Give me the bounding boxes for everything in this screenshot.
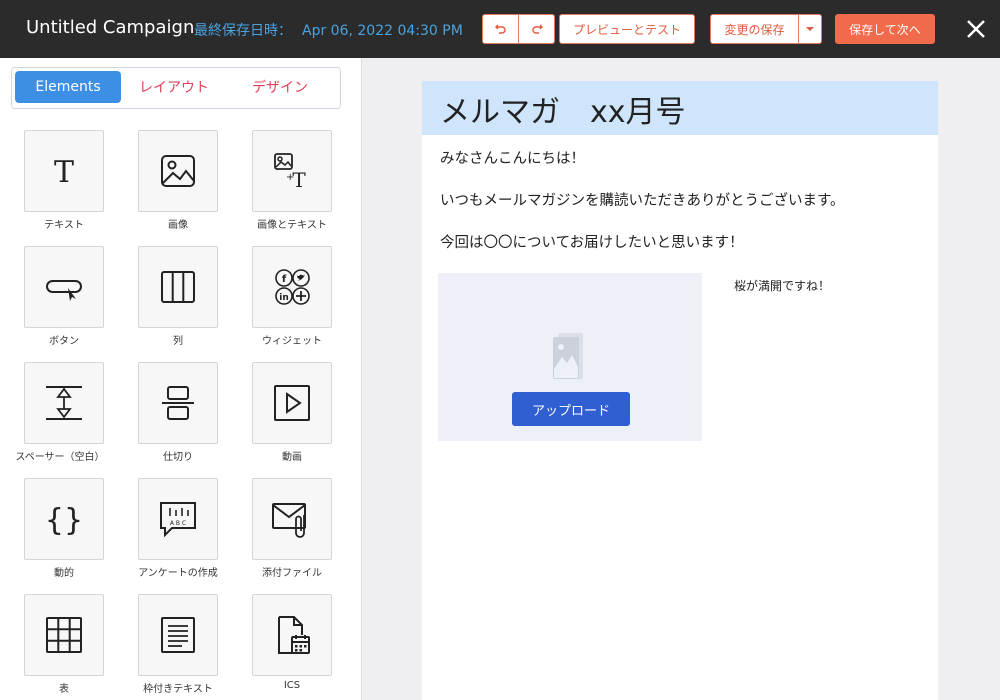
element-tile-text[interactable]: T [24, 130, 104, 212]
top-bar: Untitled Campaign 最終保存日時： Apr 06, 2022 04… [0, 0, 1000, 58]
boxed-text-icon [161, 617, 195, 653]
element-label-attachment: 添付ファイル [262, 568, 322, 579]
element-tile-image[interactable] [138, 130, 218, 212]
image-side-text[interactable]: 桜が満開ですね！ [734, 277, 830, 294]
close-button[interactable] [962, 15, 990, 43]
video-icon [274, 385, 310, 421]
element-tile-table[interactable] [24, 594, 104, 676]
element-label-table: 表 [59, 684, 69, 695]
element-label-survey: アンケートの作成 [138, 568, 218, 579]
element-tile-widget[interactable]: f in [252, 246, 332, 328]
attachment-icon [272, 503, 306, 538]
text-icon: T [54, 155, 74, 190]
email-thanks-line[interactable]: いつもメールマガジンを購読いただきありがとうございます。 [440, 189, 845, 210]
divider-icon [162, 386, 194, 420]
save-options-dropdown[interactable] [798, 14, 822, 44]
tab-layout[interactable]: レイアウト [124, 71, 224, 103]
svg-text:T: T [292, 168, 306, 192]
element-tile-spacer[interactable] [24, 362, 104, 444]
last-saved-label: 最終保存日時： [194, 23, 292, 39]
svg-text:A B C: A B C [170, 520, 186, 527]
element-tile-columns[interactable] [138, 246, 218, 328]
element-tile-ics[interactable] [252, 594, 332, 676]
element-label-widget: ウィジェット [262, 336, 322, 347]
element-tile-divider[interactable] [138, 362, 218, 444]
redo-button[interactable] [518, 14, 555, 44]
element-label-text: テキスト [44, 220, 84, 231]
element-label-dynamic: 動的 [54, 568, 74, 579]
svg-text:in: in [279, 293, 289, 303]
svg-text:f: f [282, 274, 287, 285]
element-label-image: 画像 [168, 220, 188, 231]
element-tile-button[interactable] [24, 246, 104, 328]
table-icon [46, 617, 82, 653]
element-label-image-text: 画像とテキスト [257, 220, 327, 231]
element-tile-video[interactable] [252, 362, 332, 444]
tab-elements[interactable]: Elements [15, 71, 121, 103]
image-text-icon: +T [274, 153, 306, 192]
redo-icon [531, 24, 543, 34]
columns-icon [161, 271, 195, 303]
social-widget-icon: f in [275, 269, 310, 305]
undo-icon [494, 24, 506, 34]
element-label-divider: 仕切り [163, 452, 193, 463]
element-label-button: ボタン [49, 336, 79, 347]
undo-button[interactable] [482, 14, 519, 44]
svg-text:T: T [54, 155, 74, 190]
email-body[interactable]: メルマガ xx月号 みなさんこんにちは！ いつもメールマガジンを購読いただきあり… [422, 81, 938, 700]
elements-panel: Elements レイアウト デザイン T テキスト 画像 + T 画像とテキスト… [0, 58, 362, 700]
survey-icon: A B C [160, 502, 196, 538]
campaign-title[interactable]: Untitled Campaign [26, 17, 194, 38]
svg-text:{}: {} [45, 503, 83, 538]
last-saved: 最終保存日時： Apr 06, 2022 04:30 PM [194, 20, 463, 40]
email-title[interactable]: メルマガ xx月号 [440, 87, 686, 131]
tab-design[interactable]: デザイン [230, 71, 330, 103]
save-changes-button[interactable]: 変更の保存 [710, 14, 799, 44]
element-label-spacer: スペーサー（空白） [15, 452, 105, 463]
email-greeting[interactable]: みなさんこんにちは！ [440, 147, 585, 168]
email-header-block[interactable]: メルマガ xx月号 [422, 81, 938, 135]
image-placeholder-block[interactable]: アップロード [438, 273, 702, 441]
element-tile-image-text[interactable]: + T [252, 130, 332, 212]
element-label-boxed-text: 枠付きテキスト [143, 684, 213, 695]
element-label-video: 動画 [282, 452, 302, 463]
upload-button[interactable]: アップロード [512, 392, 630, 426]
email-topic-line[interactable]: 今回は〇〇についてお届けしたいと思います！ [440, 231, 744, 252]
element-tile-survey[interactable]: A B C [138, 478, 218, 560]
close-icon [967, 20, 985, 38]
last-saved-time: Apr 06, 2022 04:30 PM [302, 23, 463, 39]
image-placeholder-icon [553, 333, 583, 379]
panel-tabs: Elements レイアウト デザイン [11, 67, 341, 109]
element-tile-boxed-text[interactable] [138, 594, 218, 676]
element-label-columns: 列 [173, 336, 183, 347]
button-icon [46, 280, 82, 301]
element-tile-attachment[interactable] [252, 478, 332, 560]
preview-test-button[interactable]: プレビューとテスト [559, 14, 695, 44]
image-icon [161, 155, 195, 187]
element-tile-dynamic[interactable]: {} [24, 478, 104, 560]
spacer-icon [46, 386, 82, 420]
save-and-next-button[interactable]: 保存して次へ [835, 14, 935, 44]
element-label-ics: ICS [283, 680, 301, 691]
caret-down-icon [806, 27, 814, 31]
ics-calendar-icon [278, 616, 310, 654]
dynamic-icon: {} [45, 503, 83, 538]
